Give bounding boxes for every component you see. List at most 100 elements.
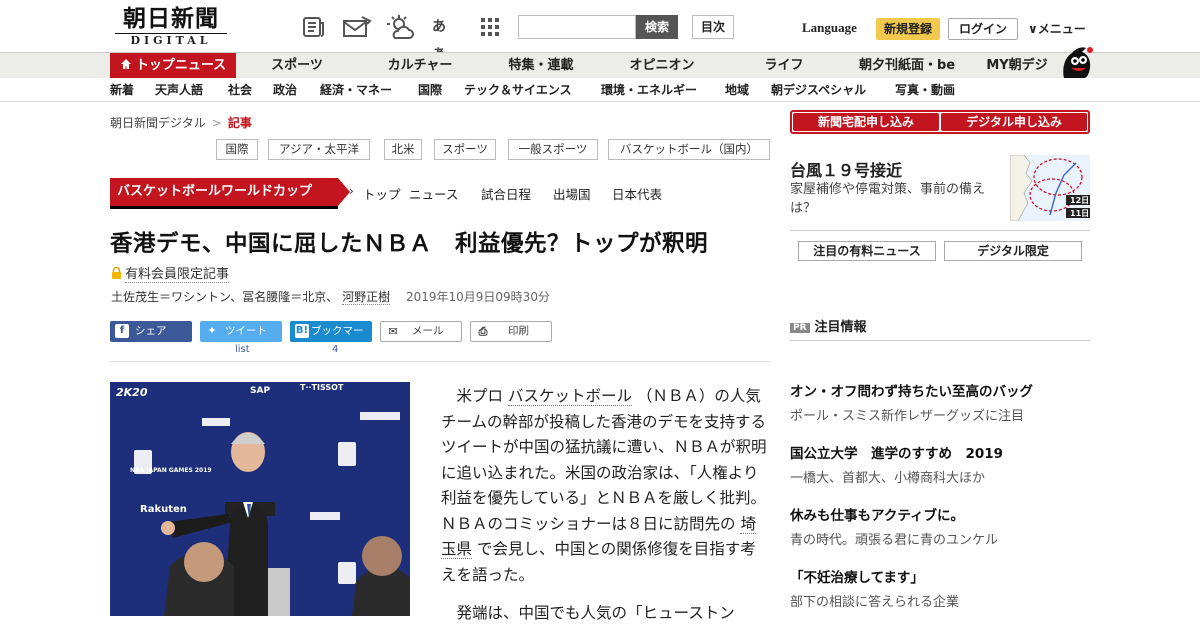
pr-item-sub: 一橋大、首都大、小樽商科大ほか — [790, 471, 986, 486]
print-button[interactable]: ⎙ 印刷 — [470, 321, 552, 342]
language-link[interactable]: Language — [802, 20, 857, 36]
hatena-count[interactable]: 4 — [332, 344, 338, 355]
tab-digital-only[interactable]: デジタル限定 — [944, 241, 1082, 261]
nav2-photo[interactable]: 写真・動画 — [895, 79, 955, 101]
facebook-icon: f — [115, 324, 129, 338]
series-arrow-icon: › — [349, 184, 354, 198]
nav2-environment[interactable]: 環境・エネルギー — [601, 79, 697, 101]
article-photo[interactable]: 2K20 SAP T··TISSOT Rakuten NBA JAPAN GAM… — [110, 382, 410, 616]
series-link-countries[interactable]: 出場国 — [553, 184, 591, 203]
menu-button[interactable]: ∨メニュー — [1028, 20, 1086, 37]
article-body: 米プロ バスケットボール （ＮＢＡ）の人気チームの幹部が投稿した香港のデモを支持… — [441, 384, 771, 630]
nav-life[interactable]: ライフ — [756, 53, 812, 78]
mail-icon[interactable] — [342, 14, 372, 40]
series-title[interactable]: バスケットボールワールドカップ — [110, 178, 350, 206]
typhoon-headline[interactable]: 台風１９号接近 — [790, 157, 902, 181]
hatena-bookmark-button[interactable]: B! ブックマーク — [290, 321, 372, 358]
facebook-share-label: シェア — [135, 325, 167, 337]
typhoon-map[interactable]: 12日 11日 — [1010, 155, 1090, 221]
nav2-economy[interactable]: 経済・マネー — [320, 79, 392, 101]
tag-general-sports[interactable]: 一般スポーツ — [508, 139, 598, 160]
nav-opinion[interactable]: オピニオン — [624, 53, 700, 78]
login-button[interactable]: ログイン — [948, 18, 1018, 40]
nav-paper[interactable]: 朝夕刊紙面・be — [856, 53, 958, 78]
photo-logo-tissot: T··TISSOT — [300, 383, 344, 392]
mascot-icon[interactable] — [1056, 44, 1094, 80]
twitter-icon: ✦ — [207, 324, 217, 337]
lock-icon — [111, 266, 122, 283]
nav2-region[interactable]: 地域 — [725, 79, 749, 101]
search-input[interactable] — [518, 15, 636, 39]
twitter-count[interactable]: list — [235, 344, 250, 355]
sidebar-divider — [790, 230, 1090, 231]
nav-features[interactable]: 特集・連載 — [502, 53, 580, 78]
divider — [110, 361, 770, 362]
nav2-new[interactable]: 新着 — [110, 79, 134, 101]
grid-icon[interactable] — [479, 14, 505, 40]
photo-logo-2k20: 2K20 — [116, 386, 148, 399]
weather-icon[interactable] — [386, 14, 416, 40]
twitter-share-button[interactable]: ✦ ツイート — [200, 321, 282, 342]
pr-item[interactable]: オン・オフ問わず持ちたい至高のバッグ ポール・スミス新作レザーグッズに注目 — [790, 380, 1090, 424]
subscription-buttons: 新聞宅配申し込み デジタル申し込み — [790, 110, 1090, 134]
pr-item-title: 休みも仕事もアクティブに。 — [790, 508, 965, 524]
nav2-international[interactable]: 国際 — [418, 79, 442, 101]
tag-international[interactable]: 国際 — [216, 139, 258, 160]
tab-paid-news[interactable]: 注目の有料ニュース — [798, 241, 936, 261]
keyword-link-basketball[interactable]: バスケットボール — [507, 387, 632, 406]
tag-basketball[interactable]: バスケットボール（国内） — [608, 139, 770, 160]
pr-item[interactable]: 休みも仕事もアクティブに。 青の時代。頑張る君に青のユンケル — [790, 504, 1090, 548]
series-link-schedule[interactable]: 試合日程 — [481, 184, 531, 203]
nav2-society[interactable]: 社会 — [228, 79, 252, 101]
site-header: 朝日新聞 DIGITAL あぁ 検索 目次 Language 新規登録 ログイン… — [0, 0, 1200, 61]
site-logo[interactable]: 朝日新聞 DIGITAL — [115, 6, 227, 47]
nav-label: トップニュース — [135, 58, 227, 73]
nav2-tenseijingo[interactable]: 天声人語 — [155, 79, 203, 101]
envelope-icon: ✉ — [388, 325, 398, 338]
photo-logo-rakuten: Rakuten — [140, 504, 187, 515]
article-paragraph: 発端は、中国でも人気の「ヒューストン — [456, 604, 735, 622]
nav2-special[interactable]: 朝デジスペシャル — [771, 79, 866, 101]
nav-my-asahi[interactable]: MY朝デジ — [982, 53, 1052, 78]
typhoon-subtitle[interactable]: 家屋補修や停電対策、事前の備えは？ — [790, 180, 1004, 218]
tag-north-america[interactable]: 北米 — [384, 139, 422, 160]
tag-sports[interactable]: スポーツ — [434, 139, 496, 160]
delivery-signup-button[interactable]: 新聞宅配申し込み — [793, 113, 939, 131]
byline-author-link[interactable]: 河野正樹 — [342, 290, 391, 305]
print-label: 印刷 — [508, 325, 529, 337]
nav-sports[interactable]: スポーツ — [262, 53, 332, 78]
paid-label[interactable]: 有料会員限定記事 — [111, 263, 230, 283]
series-link-top[interactable]: トップ — [363, 184, 401, 203]
breadcrumb-separator: > — [211, 116, 222, 130]
nav2-tech[interactable]: テック＆サイエンス — [464, 79, 572, 101]
digital-signup-button[interactable]: デジタル申し込み — [941, 113, 1087, 131]
search-button[interactable]: 検索 — [636, 15, 678, 39]
newspaper-icon[interactable] — [301, 14, 327, 40]
breadcrumb-home[interactable]: 朝日新聞デジタル — [110, 116, 206, 130]
index-button[interactable]: 目次 — [692, 15, 734, 39]
font-size-icon[interactable]: あぁ — [432, 14, 458, 61]
printer-icon: ⎙ — [478, 325, 488, 338]
p1-text-c: で会見し、中国との関係修復を目指す考えを語った。 — [441, 540, 756, 584]
nav-top-news[interactable]: トップニュース — [110, 53, 236, 78]
map-label-11: 11日 — [1070, 209, 1089, 218]
logo-jp: 朝日新聞 — [123, 5, 219, 32]
nav2-politics[interactable]: 政治 — [273, 79, 297, 101]
series-underline — [110, 206, 338, 209]
mail-share-label: メール — [412, 325, 444, 337]
series-link-news[interactable]: ニュース — [409, 184, 458, 203]
pr-item[interactable]: 国公立大学 進学のすすめ 2019 一橋大、首都大、小樽商科大ほか — [790, 442, 1090, 486]
facebook-share-button[interactable]: f シェア — [110, 321, 192, 342]
pr-item[interactable]: 「不妊治療してます」 部下の相談に答えられる企業 — [790, 566, 1090, 610]
breadcrumb: 朝日新聞デジタル > 記事 — [110, 114, 252, 131]
signup-button[interactable]: 新規登録 — [876, 18, 940, 40]
nav-culture[interactable]: カルチャー — [382, 53, 458, 78]
home-icon — [120, 54, 132, 79]
tag-asia-pacific[interactable]: アジア・太平洋 — [268, 139, 370, 160]
p1-text-b: （ＮＢＡ）の人気チームの幹部が投稿した香港のデモを支持するツイートが中国の猛抗議… — [441, 387, 767, 533]
pr-item-title: オン・オフ問わず持ちたい至高のバッグ — [790, 384, 1033, 400]
photo-logo-sap: SAP — [250, 386, 270, 396]
series-link-japan[interactable]: 日本代表 — [612, 184, 662, 203]
mail-share-button[interactable]: ✉ メール — [380, 321, 462, 342]
article-paragraph: 米プロ バスケットボール （ＮＢＡ）の人気チームの幹部が投稿した香港のデモを支持… — [441, 384, 771, 588]
